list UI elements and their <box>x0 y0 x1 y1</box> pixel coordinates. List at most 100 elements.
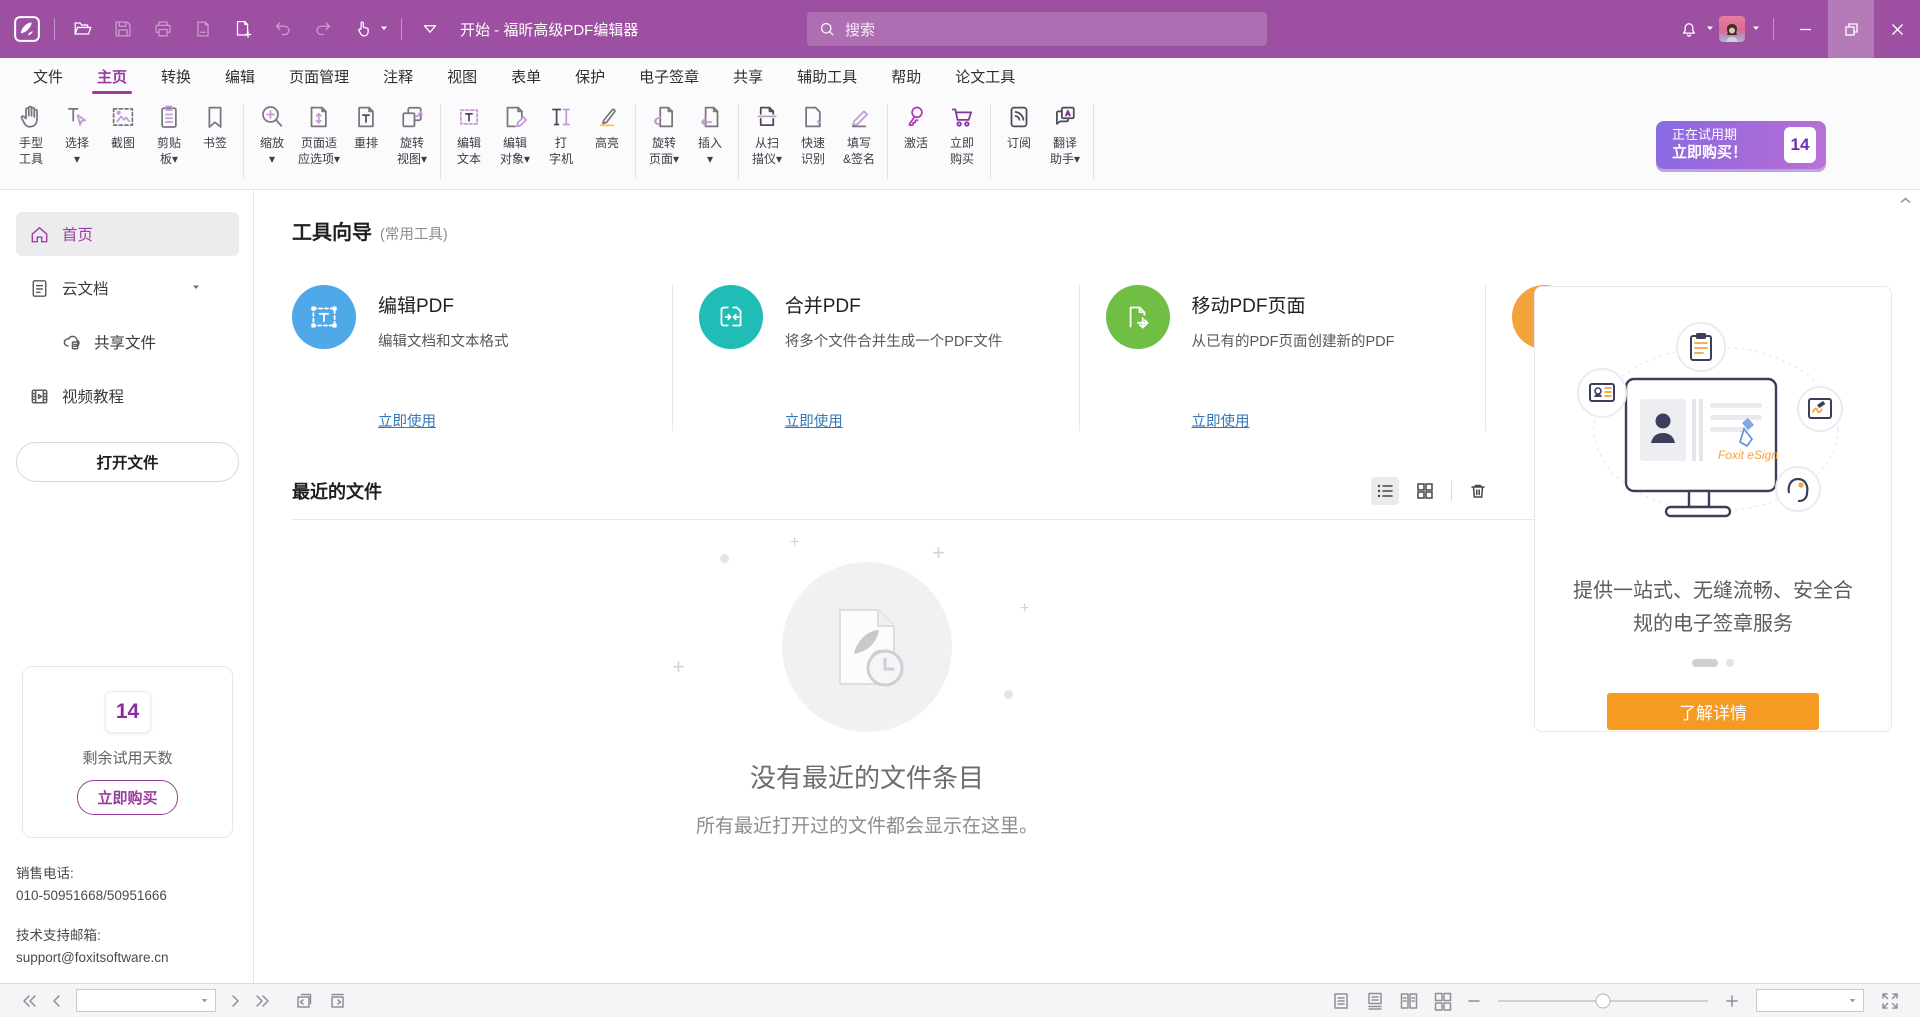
previous-page-icon[interactable] <box>51 994 61 1008</box>
toolbar-highlight[interactable]: 高亮 <box>584 100 630 154</box>
menu-form[interactable]: 表单 <box>494 58 558 94</box>
zoom-level-select[interactable] <box>1756 989 1864 1012</box>
sidebar-item-cloud-docs[interactable]: 云文档 <box>16 266 239 310</box>
menu-share[interactable]: 共享 <box>716 58 780 94</box>
menu-comment[interactable]: 注释 <box>366 58 430 94</box>
menu-esign[interactable]: 电子签章 <box>622 58 716 94</box>
new-document-icon[interactable] <box>230 16 256 42</box>
tool-card-merge-pdf[interactable]: 合并PDF 将多个文件合并生成一个PDF文件 立即使用 <box>672 285 1079 431</box>
use-now-link[interactable]: 立即使用 <box>378 410 436 431</box>
carousel-dot[interactable] <box>1726 659 1734 667</box>
ribbon-toolbar: 手型 工具 选择 ▾ 截图 剪贴 板▾ 书签 缩放 ▾ 页面适 应选项▾ <box>0 94 1920 190</box>
toolbar-activate[interactable]: 激活 <box>893 100 939 154</box>
sidebar-item-shared-files[interactable]: 共享文件 <box>16 320 239 364</box>
menu-convert[interactable]: 转换 <box>144 58 208 94</box>
fullscreen-icon[interactable] <box>1881 992 1899 1010</box>
toolbar-fill-sign[interactable]: 填写 &签名 <box>836 100 882 169</box>
empty-title: 没有最近的文件条目 <box>750 758 984 795</box>
menu-protect[interactable]: 保护 <box>558 58 622 94</box>
open-file-icon[interactable] <box>70 16 96 42</box>
ocr-icon: OCR <box>798 102 828 132</box>
page-remove-icon[interactable] <box>190 16 216 42</box>
buy-now-button[interactable]: 立即购买 <box>77 780 177 815</box>
use-now-link[interactable]: 立即使用 <box>1192 410 1250 431</box>
toolbar-from-scanner[interactable]: 从扫 描仪▾ <box>744 100 790 169</box>
menu-paper-tools[interactable]: 论文工具 <box>938 58 1032 94</box>
search-input[interactable]: 搜索 <box>807 12 1267 46</box>
previous-view-icon[interactable] <box>294 992 314 1010</box>
toolbar-snapshot[interactable]: 截图 <box>100 100 146 154</box>
cloud-docs-expand-caret[interactable] <box>191 279 201 297</box>
continuous-view-icon[interactable] <box>1365 991 1385 1011</box>
trial-purchase-badge[interactable]: 正在试用期 立即购买！ 14 <box>1656 121 1826 169</box>
next-page-icon[interactable] <box>231 994 241 1008</box>
facing-view-icon[interactable] <box>1399 991 1419 1011</box>
single-page-view-icon[interactable] <box>1331 991 1351 1011</box>
toolbar-select[interactable]: 选择 ▾ <box>54 100 100 169</box>
toolbar-rotate-view[interactable]: 旋转 视图▾ <box>389 100 435 169</box>
toolbar-insert-pages[interactable]: 插入 ▾ <box>687 100 733 169</box>
notifications-dropdown-caret[interactable] <box>1705 20 1715 38</box>
first-page-icon[interactable] <box>21 994 37 1008</box>
zoom-in-status-icon[interactable] <box>1725 994 1739 1008</box>
menu-accessibility[interactable]: 辅助工具 <box>780 58 874 94</box>
toolbar-quick-ocr[interactable]: OCR 快速 识别 <box>790 100 836 169</box>
toolbar-translate-assistant[interactable]: 翻译 助手▾ <box>1042 100 1088 169</box>
menu-edit[interactable]: 编辑 <box>208 58 272 94</box>
user-avatar[interactable] <box>1719 16 1745 42</box>
minimize-button[interactable] <box>1782 0 1828 58</box>
use-now-link[interactable]: 立即使用 <box>785 410 843 431</box>
next-view-icon[interactable] <box>328 992 348 1010</box>
toolbar-edit-object[interactable]: 编辑 对象▾ <box>492 100 538 169</box>
menu-home[interactable]: 主页 <box>80 58 144 94</box>
toolbar-reflow[interactable]: 重排 <box>343 100 389 154</box>
menu-page-organize[interactable]: 页面管理 <box>272 58 366 94</box>
save-icon[interactable] <box>110 16 136 42</box>
hand-tool-dropdown-caret[interactable] <box>379 20 389 38</box>
page-number-input[interactable] <box>76 989 216 1012</box>
account-dropdown-caret[interactable] <box>1751 20 1761 38</box>
zoom-out-icon[interactable] <box>1467 994 1481 1008</box>
notifications-bell-icon[interactable] <box>1676 16 1702 42</box>
tool-card-edit-pdf[interactable]: 编辑PDF 编辑文档和文本格式 立即使用 <box>292 285 672 431</box>
trial-days-card: 14 剩余试用天数 立即购买 <box>22 666 233 838</box>
sidebar-item-video-tutorials[interactable]: 视频教程 <box>16 374 239 418</box>
menu-help[interactable]: 帮助 <box>874 58 938 94</box>
collapse-ribbon-icon[interactable] <box>417 16 443 42</box>
clear-recent-trash-button[interactable] <box>1464 477 1492 505</box>
menu-view[interactable]: 视图 <box>430 58 494 94</box>
toolbar-edit-text[interactable]: 编辑 文本 <box>446 100 492 169</box>
learn-more-button[interactable]: 了解详情 <box>1607 693 1819 730</box>
list-view-button[interactable] <box>1371 477 1399 505</box>
toolbar-typewriter[interactable]: 打 字机 <box>538 100 584 169</box>
toolbar-bookmark[interactable]: 书签 <box>192 100 238 154</box>
open-file-button[interactable]: 打开文件 <box>16 442 239 482</box>
undo-icon[interactable] <box>270 16 296 42</box>
translate-icon <box>1050 102 1080 132</box>
facing-continuous-view-icon[interactable] <box>1433 991 1453 1011</box>
toolbar-fit-options[interactable]: 页面适 应选项▾ <box>295 100 343 169</box>
redo-icon[interactable] <box>310 16 336 42</box>
close-button[interactable] <box>1874 0 1920 58</box>
toolbar-subscribe[interactable]: 订阅 <box>996 100 1042 154</box>
sidebar-item-home[interactable]: 首页 <box>16 212 239 256</box>
print-icon[interactable] <box>150 16 176 42</box>
zoom-dropdown-caret[interactable] <box>1848 996 1857 1005</box>
scroll-up-arrow[interactable] <box>1899 192 1912 210</box>
zoom-slider-thumb[interactable] <box>1596 993 1611 1008</box>
tool-card-move-pdf-pages[interactable]: 移动PDF页面 从已有的PDF页面创建新的PDF 立即使用 <box>1079 285 1486 431</box>
toolbar-buy-now[interactable]: 立即 购买 <box>939 100 985 169</box>
toolbar-clipboard[interactable]: 剪贴 板▾ <box>146 100 192 169</box>
menu-file[interactable]: 文件 <box>16 58 80 94</box>
toolbar-rotate-pages[interactable]: 旋转 页面▾ <box>641 100 687 169</box>
toolbar-zoom[interactable]: 缩放 ▾ <box>249 100 295 169</box>
hand-pointer-tool-icon[interactable] <box>350 16 376 42</box>
last-page-icon[interactable] <box>255 994 271 1008</box>
carousel-dot-active[interactable] <box>1692 659 1718 667</box>
support-email-address[interactable]: support@foxitsoftware.cn <box>16 948 239 968</box>
zoom-slider[interactable] <box>1498 1000 1708 1002</box>
grid-view-button[interactable] <box>1411 477 1439 505</box>
page-dropdown-caret[interactable] <box>200 996 209 1005</box>
restore-button[interactable] <box>1828 0 1874 58</box>
toolbar-hand-tool[interactable]: 手型 工具 <box>8 100 54 169</box>
